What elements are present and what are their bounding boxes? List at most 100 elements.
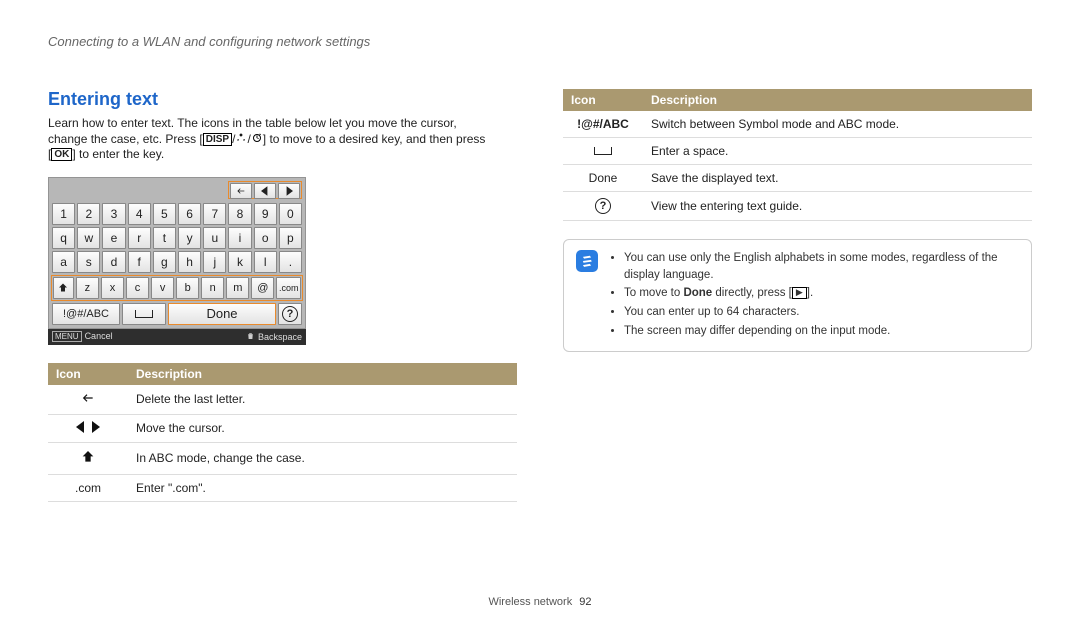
note-item: To move to Done directly, press [▶]. — [624, 285, 1019, 302]
kb-key[interactable]: 7 — [203, 203, 226, 225]
kb-key[interactable]: k — [228, 251, 251, 273]
ok-key-badge: OK — [51, 148, 72, 161]
keyboard-row-2: a s d f g h j k l . — [51, 250, 303, 274]
kb-key[interactable]: u — [203, 227, 226, 249]
kb-key[interactable]: j — [203, 251, 226, 273]
table-row: ? View the entering text guide. — [563, 192, 1032, 221]
kb-key[interactable]: 1 — [52, 203, 75, 225]
menu-badge: MENU — [52, 331, 82, 342]
kb-key[interactable]: l — [254, 251, 277, 273]
space-icon — [594, 147, 612, 155]
intro-paragraph: Learn how to enter text. The icons in th… — [48, 116, 517, 163]
kb-shift-key[interactable] — [53, 277, 74, 299]
kb-key[interactable]: d — [102, 251, 125, 273]
keyboard-nav-group — [228, 181, 302, 199]
kb-key[interactable]: b — [176, 277, 199, 299]
keyboard-text-field[interactable] — [52, 181, 228, 199]
kb-key[interactable]: x — [101, 277, 124, 299]
backspace-arrow-icon — [79, 391, 97, 405]
kb-key[interactable]: o — [254, 227, 277, 249]
onscreen-keyboard: 1 2 3 4 5 6 7 8 9 0 q w e r t y u i o — [48, 177, 306, 329]
table-desc: Switch between Symbol mode and ABC mode. — [643, 111, 1032, 138]
kb-key[interactable]: 5 — [153, 203, 176, 225]
kb-key[interactable]: 6 — [178, 203, 201, 225]
kb-dotcom-key[interactable]: .com — [276, 277, 301, 299]
kb-key[interactable]: e — [102, 227, 125, 249]
kb-left-key[interactable] — [254, 183, 276, 199]
keyboard-row-3: z x c v b n m @ .com — [51, 275, 303, 301]
kb-key[interactable]: n — [201, 277, 224, 299]
kb-key[interactable]: t — [153, 227, 176, 249]
shift-up-icon — [80, 449, 96, 465]
note-item: The screen may differ depending on the i… — [624, 323, 1019, 340]
keyboard-footer-bar: MENUCancel Backspace — [48, 329, 306, 345]
kb-key[interactable]: v — [151, 277, 174, 299]
space-icon — [135, 310, 153, 318]
th-desc: Description — [643, 89, 1032, 111]
kb-key[interactable]: h — [178, 251, 201, 273]
help-icon: ? — [595, 198, 611, 214]
disp-key-badge: DISP — [203, 133, 232, 146]
kb-key[interactable]: 0 — [279, 203, 302, 225]
table-row: !@#/ABC Switch between Symbol mode and A… — [563, 111, 1032, 138]
kb-key[interactable]: y — [178, 227, 201, 249]
table-desc: Enter ".com". — [128, 474, 517, 501]
timer-icon — [251, 132, 263, 144]
keyboard-cancel-label: Cancel — [85, 331, 113, 341]
kb-key[interactable]: m — [226, 277, 249, 299]
breadcrumb: Connecting to a WLAN and configuring net… — [48, 34, 1032, 49]
kb-mode-toggle-key[interactable]: !@#/ABC — [52, 303, 120, 325]
kb-key[interactable]: q — [52, 227, 75, 249]
kb-done-key[interactable]: Done — [168, 303, 276, 325]
table-desc: Save the displayed text. — [643, 165, 1032, 192]
table-desc: In ABC mode, change the case. — [128, 442, 517, 474]
dotcom-label: .com — [48, 474, 128, 501]
table-desc: Move the cursor. — [128, 414, 517, 442]
table-row: Enter a space. — [563, 138, 1032, 165]
keyboard-row-1: q w e r t y u i o p — [51, 226, 303, 250]
kb-key[interactable]: 2 — [77, 203, 100, 225]
table-row: Move the cursor. — [48, 414, 517, 442]
keyboard-row-numbers: 1 2 3 4 5 6 7 8 9 0 — [51, 202, 303, 226]
note-box: You can use only the English alphabets i… — [563, 239, 1032, 352]
kb-key[interactable]: p — [279, 227, 302, 249]
kb-key[interactable]: g — [153, 251, 176, 273]
kb-backspace-key[interactable] — [230, 183, 252, 199]
kb-key[interactable]: 8 — [228, 203, 251, 225]
kb-space-key[interactable] — [122, 303, 166, 325]
kb-key[interactable]: f — [128, 251, 151, 273]
kb-key[interactable]: @ — [251, 277, 274, 299]
table-row: Done Save the displayed text. — [563, 165, 1032, 192]
move-cursor-icon — [76, 421, 100, 433]
kb-right-key[interactable] — [278, 183, 300, 199]
th-icon: Icon — [48, 363, 128, 385]
table-desc: Delete the last letter. — [128, 385, 517, 415]
kb-key[interactable]: 3 — [102, 203, 125, 225]
footer-page-number: 92 — [579, 596, 591, 608]
play-key-badge: ▶ — [792, 287, 807, 299]
note-info-icon — [576, 250, 598, 272]
kb-key[interactable]: a — [52, 251, 75, 273]
kb-key[interactable]: i — [228, 227, 251, 249]
table-desc: Enter a space. — [643, 138, 1032, 165]
kb-key[interactable]: z — [76, 277, 99, 299]
kb-key[interactable]: s — [77, 251, 100, 273]
help-icon: ? — [282, 306, 298, 322]
kb-key[interactable]: w — [77, 227, 100, 249]
kb-key[interactable]: . — [279, 251, 302, 273]
table-row: In ABC mode, change the case. — [48, 442, 517, 474]
kb-help-key[interactable]: ? — [278, 303, 302, 325]
footer-section: Wireless network — [488, 596, 572, 608]
kb-key[interactable]: c — [126, 277, 149, 299]
done-label: Done — [563, 165, 643, 192]
icon-table-left: Icon Description Delete the last letter. — [48, 363, 517, 502]
th-icon: Icon — [563, 89, 643, 111]
keyboard-row-bottom: !@#/ABC Done ? — [51, 302, 303, 326]
kb-key[interactable]: 4 — [128, 203, 151, 225]
kb-key[interactable]: r — [128, 227, 151, 249]
kb-key[interactable]: 9 — [254, 203, 277, 225]
note-item: You can use only the English alphabets i… — [624, 250, 1019, 283]
table-row: Delete the last letter. — [48, 385, 517, 415]
keyboard-backspace-label: Backspace — [258, 332, 302, 342]
trash-icon — [246, 331, 255, 343]
